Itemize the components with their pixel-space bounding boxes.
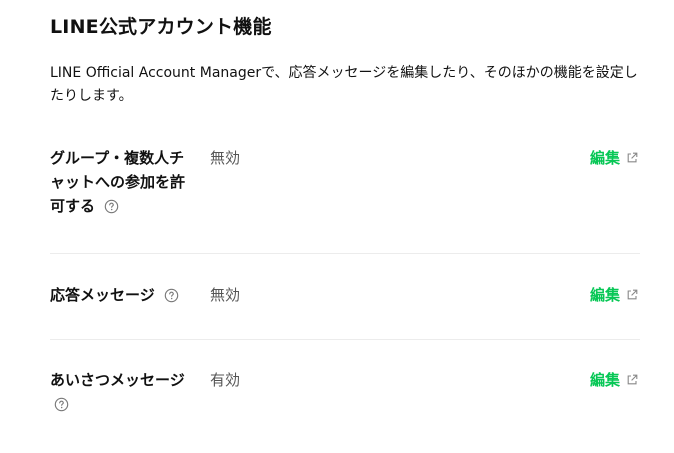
question-circle-icon[interactable] xyxy=(164,288,179,303)
edit-label: 編集 xyxy=(589,149,620,167)
edit-label: 編集 xyxy=(589,371,620,389)
setting-row-group-chat: グループ・複数人チャットへの参加を許可する 無効 編集 xyxy=(50,146,640,254)
setting-label-text: 応答メッセージ xyxy=(50,286,155,304)
edit-link[interactable]: 編集 xyxy=(590,146,638,170)
external-link-icon xyxy=(626,289,638,301)
section-title: LINE公式アカウント機能 xyxy=(50,16,272,38)
edit-link[interactable]: 編集 xyxy=(590,368,638,392)
setting-status: 無効 xyxy=(210,149,241,167)
setting-row-greeting: あいさつメッセージ 有効 編集 xyxy=(50,340,640,416)
setting-label-group-chat: グループ・複数人チャットへの参加を許可する xyxy=(50,146,198,218)
section-description: LINE Official Account Managerで、応答メッセージを編… xyxy=(50,65,638,104)
setting-label-text: あいさつメッセージ xyxy=(50,371,185,389)
line-official-account-features-section: LINE公式アカウント機能 LINE Official Account Mana… xyxy=(0,0,640,416)
edit-link[interactable]: 編集 xyxy=(590,283,638,307)
question-circle-icon[interactable] xyxy=(54,397,69,412)
setting-label-auto-reply: 応答メッセージ xyxy=(50,283,198,307)
setting-label-greeting: あいさつメッセージ xyxy=(50,368,198,416)
external-link-icon xyxy=(626,152,638,164)
setting-row-auto-reply: 応答メッセージ 無効 編集 xyxy=(50,254,640,340)
edit-label: 編集 xyxy=(589,286,620,304)
external-link-icon xyxy=(626,374,638,386)
question-circle-icon[interactable] xyxy=(104,199,119,214)
setting-status: 有効 xyxy=(210,371,241,389)
setting-status: 無効 xyxy=(210,286,241,304)
